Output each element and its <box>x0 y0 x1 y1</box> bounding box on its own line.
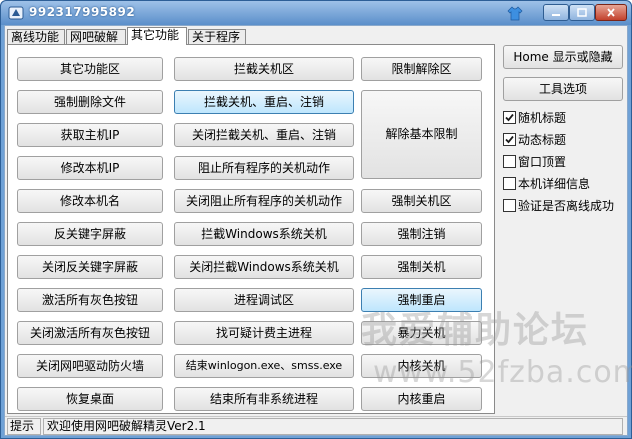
status-bar: 提示 欢迎使用网吧破解精灵Ver2.1 <box>5 416 627 435</box>
verify-offline-checkbox[interactable]: 验证是否离线成功 <box>503 197 614 215</box>
kernel-shutdown-button[interactable]: 内核关机 <box>361 354 482 378</box>
tab-about[interactable]: 关于程序 <box>188 29 246 45</box>
checkbox-box[interactable] <box>503 177 516 190</box>
activate-grey-buttons-button[interactable]: 激活所有灰色按钮 <box>17 288 163 312</box>
random-title-checkbox[interactable]: 随机标题 <box>503 109 566 127</box>
status-label: 提示 <box>7 418 41 435</box>
tab-panel-other-functions: 其它功能区 强制删除文件 获取主机IP 修改本机IP 修改本机名 反关键字屏蔽 … <box>7 44 495 414</box>
other-functions-header-button[interactable]: 其它功能区 <box>17 57 163 81</box>
maximize-icon <box>577 8 587 17</box>
tshirt-icon[interactable] <box>507 5 523 21</box>
restore-desktop-button[interactable]: 恢复桌面 <box>17 387 163 411</box>
host-details-label: 本机详细信息 <box>518 177 591 191</box>
window-topmost-label: 窗口顶置 <box>518 155 567 169</box>
tab-offline[interactable]: 离线功能 <box>7 29 65 45</box>
status-message: 欢迎使用网吧破解精灵Ver2.1 <box>43 418 623 435</box>
anti-keyword-block-button[interactable]: 反关键字屏蔽 <box>17 222 163 246</box>
checkbox-box[interactable] <box>503 133 516 146</box>
tab-other-functions[interactable]: 其它功能 <box>127 27 187 45</box>
check-icon <box>505 113 514 122</box>
intercept-shutdown-restart-logoff-button[interactable]: 拦截关机、重启、注销 <box>174 90 354 114</box>
window-title: 992317995892 <box>29 5 136 19</box>
maximize-button[interactable] <box>569 4 595 21</box>
random-title-label: 随机标题 <box>518 111 567 125</box>
force-delete-file-button[interactable]: 强制删除文件 <box>17 90 163 114</box>
limit-release-header-button[interactable]: 限制解除区 <box>361 57 482 81</box>
app-icon <box>8 6 24 20</box>
dynamic-title-checkbox[interactable]: 动态标题 <box>503 131 566 149</box>
host-details-checkbox[interactable]: 本机详细信息 <box>503 175 590 193</box>
close-button[interactable] <box>595 4 627 21</box>
intercept-shutdown-header-button[interactable]: 拦截关机区 <box>174 57 354 81</box>
verify-offline-label: 验证是否离线成功 <box>518 199 615 213</box>
close-icon <box>607 8 615 17</box>
disable-intercept-shutdown-button[interactable]: 关闭拦截关机、重启、注销 <box>174 123 354 147</box>
minimize-icon <box>552 14 560 16</box>
dynamic-title-label: 动态标题 <box>518 133 567 147</box>
brute-shutdown-button[interactable]: 暴力关机 <box>361 321 482 345</box>
find-billing-process-button[interactable]: 找可疑计费主进程 <box>174 321 354 345</box>
home-toggle-button[interactable]: Home 显示或隐藏 <box>503 45 623 69</box>
force-shutdown-button[interactable]: 强制关机 <box>361 255 482 279</box>
get-host-ip-button[interactable]: 获取主机IP <box>17 123 163 147</box>
force-logoff-button[interactable]: 强制注销 <box>361 222 482 246</box>
intercept-windows-shutdown-button[interactable]: 拦截Windows系统关机 <box>174 222 354 246</box>
title-bar[interactable]: 992317995892 <box>1 1 631 25</box>
disable-anti-keyword-block-button[interactable]: 关闭反关键字屏蔽 <box>17 255 163 279</box>
force-shutdown-header-button[interactable]: 强制关机区 <box>361 189 482 213</box>
kernel-restart-button[interactable]: 内核重启 <box>361 387 482 411</box>
disable-netbar-firewall-button[interactable]: 关闭网吧驱动防火墙 <box>17 354 163 378</box>
checkbox-box[interactable] <box>503 111 516 124</box>
window-topmost-checkbox[interactable]: 窗口顶置 <box>503 153 566 171</box>
tool-options-button[interactable]: 工具选项 <box>503 77 623 101</box>
checkbox-box[interactable] <box>503 155 516 168</box>
unlock-basic-limits-button[interactable]: 解除基本限制 <box>361 90 482 179</box>
tab-netbar-crack[interactable]: 网吧破解 <box>66 29 126 45</box>
checkbox-box[interactable] <box>503 199 516 212</box>
check-icon <box>505 135 514 144</box>
kill-winlogon-smss-button[interactable]: 结束winlogon.exe、smss.exe <box>174 354 354 378</box>
kill-non-system-processes-button[interactable]: 结束所有非系统进程 <box>174 387 354 411</box>
disable-activate-grey-buttons-button[interactable]: 关闭激活所有灰色按钮 <box>17 321 163 345</box>
modify-ip-button[interactable]: 修改本机IP <box>17 156 163 180</box>
disable-block-all-shutdown-button[interactable]: 关闭阻止所有程序的关机动作 <box>174 189 354 213</box>
block-all-shutdown-actions-button[interactable]: 阻止所有程序的关机动作 <box>174 156 354 180</box>
modify-hostname-button[interactable]: 修改本机名 <box>17 189 163 213</box>
process-debug-header-button[interactable]: 进程调试区 <box>174 288 354 312</box>
force-restart-button[interactable]: 强制重启 <box>361 288 482 312</box>
minimize-button[interactable] <box>543 4 569 21</box>
disable-intercept-windows-shutdown-button[interactable]: 关闭拦截Windows系统关机 <box>174 255 354 279</box>
app-window: 992317995892 离线功能 网吧破解 其它功能 关于程序 其它功能区 强… <box>0 0 632 439</box>
client-area: 离线功能 网吧破解 其它功能 关于程序 其它功能区 强制删除文件 获取主机IP … <box>4 25 628 436</box>
